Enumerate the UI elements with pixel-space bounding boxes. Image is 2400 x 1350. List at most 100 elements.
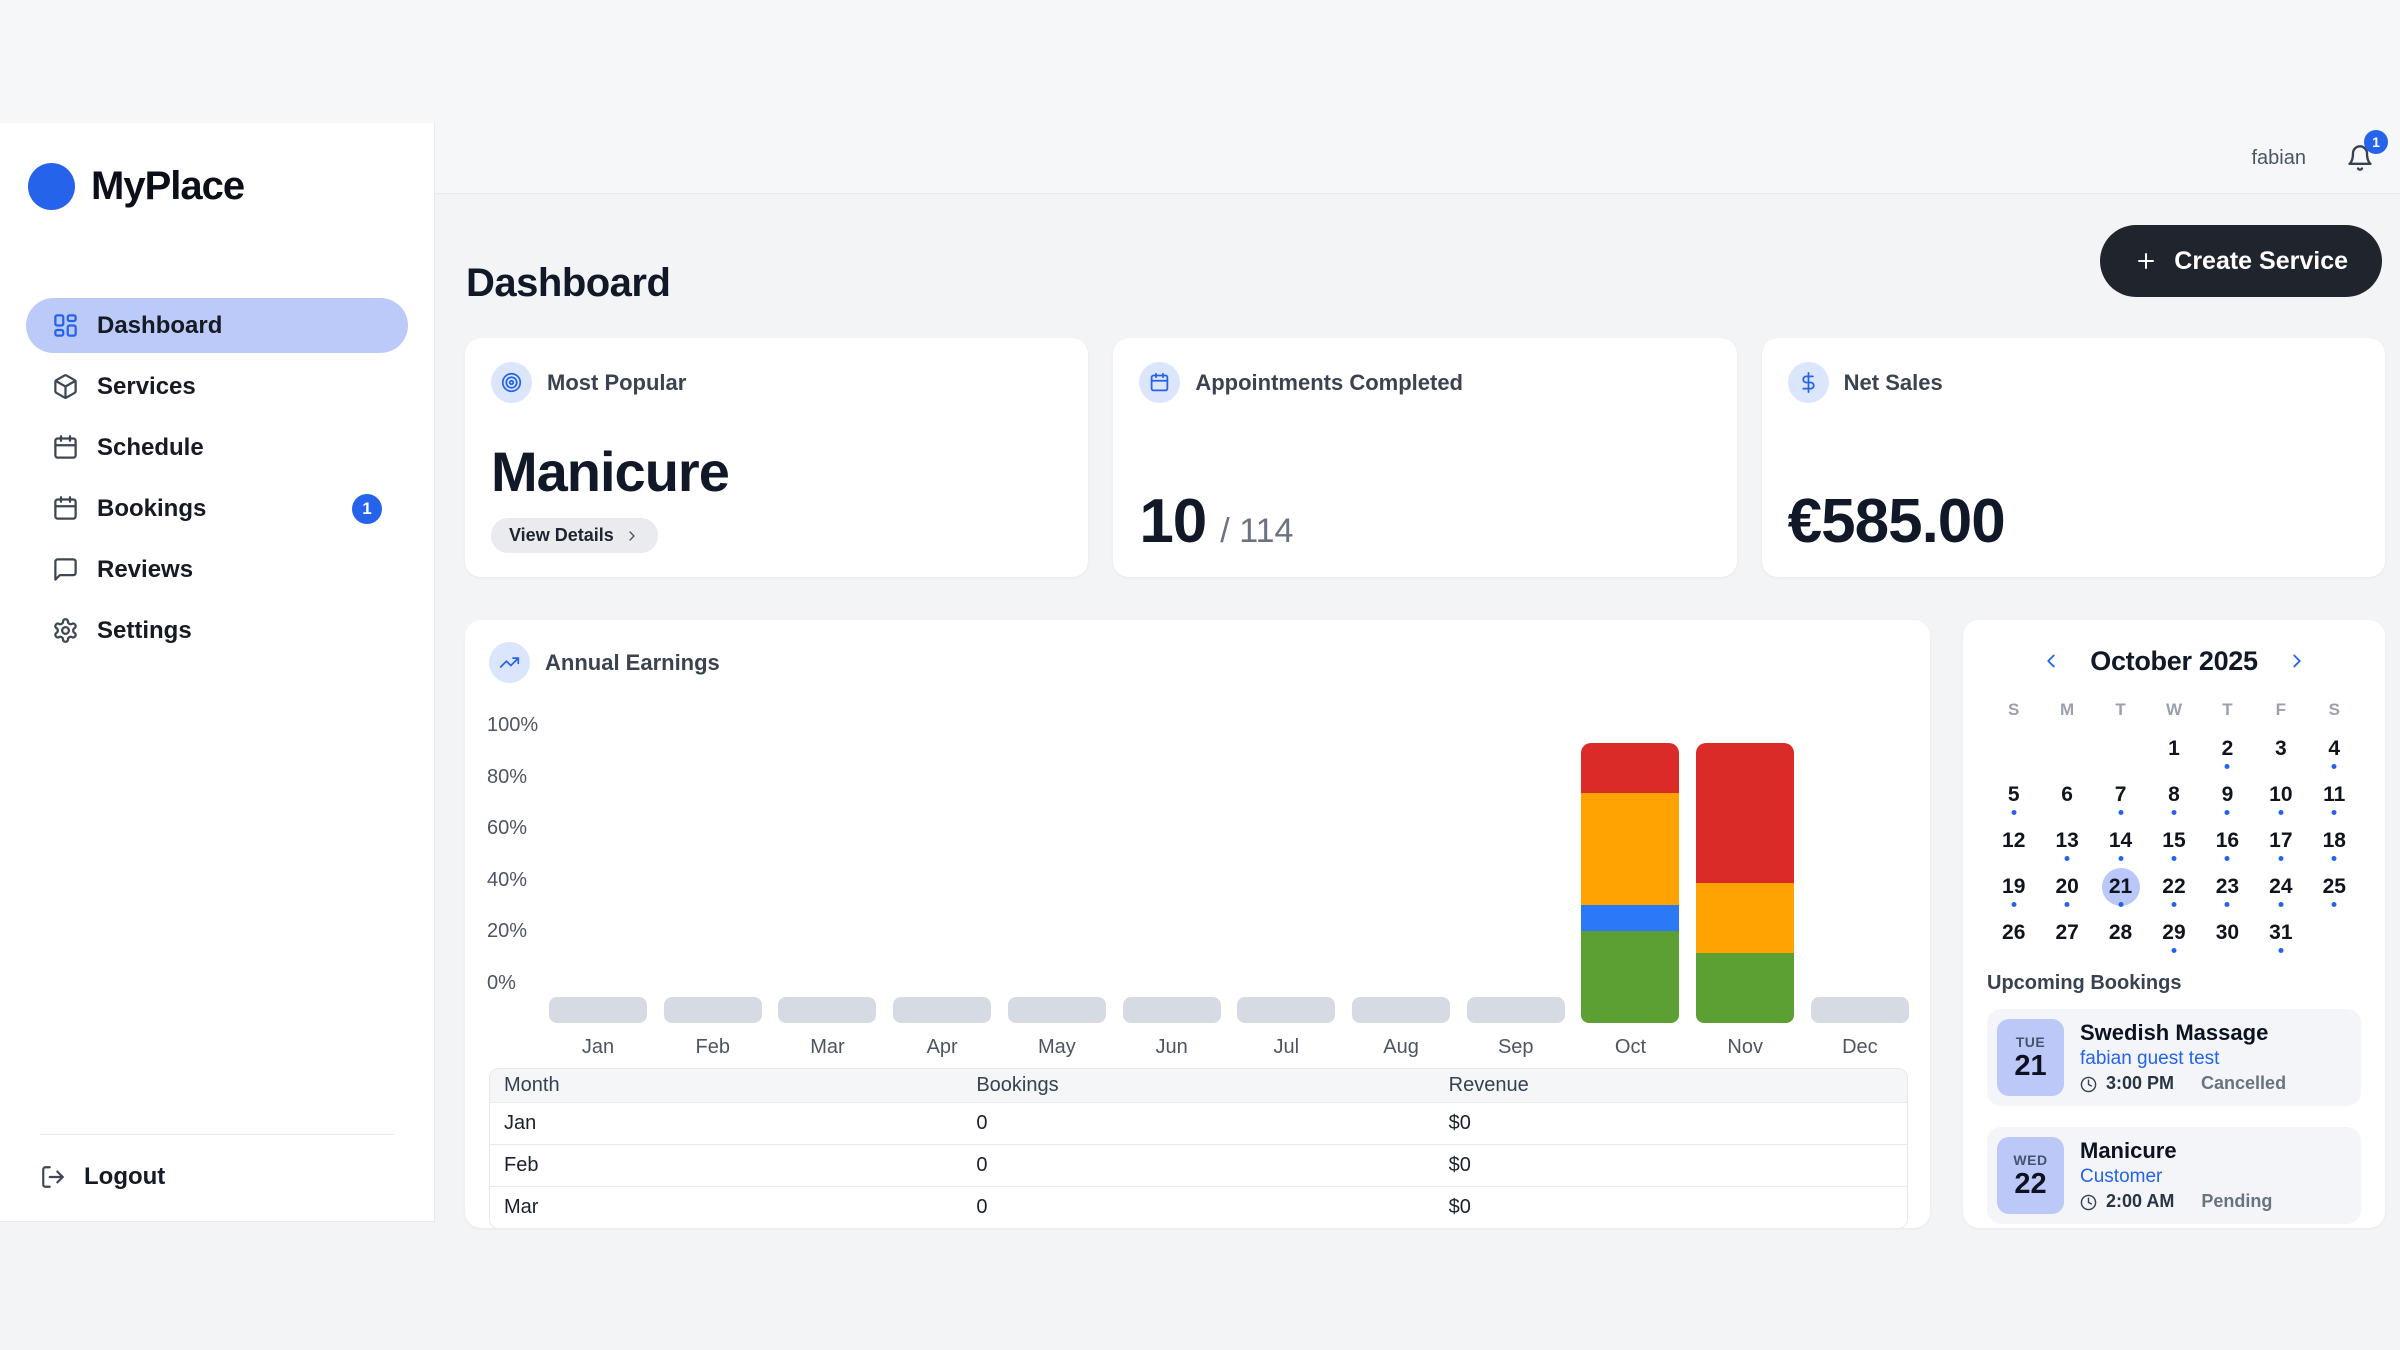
calendar-day[interactable]: 2 (2201, 726, 2254, 772)
calendar-day[interactable]: 17 (2254, 818, 2307, 864)
bar-jul (1237, 997, 1335, 1023)
dashboard-grid-icon (52, 312, 79, 339)
view-details-button[interactable]: View Details (491, 518, 658, 553)
calendar-day[interactable]: 4 (2308, 726, 2361, 772)
sidebar-item-settings[interactable]: Settings (26, 603, 408, 658)
sidebar-item-services[interactable]: Services (26, 359, 408, 414)
calendar-day[interactable]: 18 (2308, 818, 2361, 864)
calendar-day[interactable]: 25 (2308, 864, 2361, 910)
calendar-day[interactable]: 12 (1987, 818, 2040, 864)
booking-dot (2278, 856, 2283, 861)
calendar-day-number: 7 (2102, 776, 2140, 814)
logout-button[interactable]: Logout (0, 1135, 434, 1199)
logout-label: Logout (84, 1163, 165, 1191)
sidebar-item-label: Services (97, 373, 196, 401)
stats-row: Most Popular Manicure View Details Appoi… (465, 338, 2385, 577)
bar-segment-red (1581, 743, 1679, 793)
calendar-day[interactable]: 14 (2094, 818, 2147, 864)
calendar-day[interactable]: 21 (2094, 864, 2147, 910)
card-title-row: Appointments Completed (1139, 362, 1710, 403)
sidebar-item-bookings[interactable]: Bookings1 (26, 481, 408, 536)
calendar-day[interactable]: 13 (2040, 818, 2093, 864)
bar-may (1008, 997, 1106, 1023)
logout-icon (40, 1164, 66, 1190)
table-cell: $0 (1435, 1187, 1907, 1229)
booking-info: ManicureCustomer2:00 AMPending (2080, 1139, 2272, 1212)
booking-dot (2225, 764, 2230, 769)
calendar-day-number: 14 (2102, 822, 2140, 860)
bar-empty-placeholder (1352, 997, 1450, 1023)
dollar-icon (1798, 372, 1819, 393)
calendar-day-number: 21 (2102, 868, 2140, 906)
calendar-day[interactable]: 26 (1987, 910, 2040, 956)
calendar-day[interactable]: 24 (2254, 864, 2307, 910)
y-axis-label: 80% (487, 765, 527, 789)
calendar-day[interactable]: 10 (2254, 772, 2307, 818)
earnings-table-body: Jan0$0Feb0$0Mar0$0 (490, 1103, 1907, 1229)
calendar-day-number: 28 (2102, 914, 2140, 952)
calendar-card: October 2025 SMTWTFS 1234567891011121314… (1963, 620, 2385, 1228)
booking-dot (2171, 856, 2176, 861)
calendar-day[interactable]: 7 (2094, 772, 2147, 818)
calendar-day[interactable]: 20 (2040, 864, 2093, 910)
calendar-day[interactable]: 19 (1987, 864, 2040, 910)
calendar-day[interactable]: 23 (2201, 864, 2254, 910)
most-popular-value: Manicure (491, 444, 1062, 500)
booking-customer-link[interactable]: Customer (2080, 1167, 2272, 1188)
calendar-day[interactable]: 31 (2254, 910, 2307, 956)
sidebar-item-reviews[interactable]: Reviews (26, 542, 408, 597)
calendar-next-button[interactable] (2286, 650, 2308, 672)
sidebar-item-label: Settings (97, 617, 192, 645)
top-strip (0, 0, 2400, 123)
calendar-prev-button[interactable] (2040, 650, 2062, 672)
calendar-day[interactable]: 9 (2201, 772, 2254, 818)
booking-dot (2118, 856, 2123, 861)
earnings-column-header: Revenue (1435, 1069, 1907, 1103)
x-axis-label: Jul (1237, 1036, 1335, 1059)
calendar-day-number: 19 (1995, 868, 2033, 906)
bar-nov (1696, 743, 1794, 1023)
booking-dot (2225, 902, 2230, 907)
calendar-day[interactable]: 11 (2308, 772, 2361, 818)
booking-meta: 3:00 PMCancelled (2080, 1074, 2286, 1094)
card-title: Appointments Completed (1195, 370, 1463, 396)
booking-dot (2332, 856, 2337, 861)
clock-icon (2080, 1194, 2097, 1211)
calendar-day[interactable]: 28 (2094, 910, 2147, 956)
bar-empty-placeholder (664, 997, 762, 1023)
calendar-day[interactable]: 22 (2147, 864, 2200, 910)
booking-service: Manicure (2080, 1139, 2272, 1163)
calendar-weekday-label: S (2308, 700, 2361, 722)
booking-day: 21 (2014, 1052, 2046, 1081)
notifications-button[interactable]: 1 (2346, 144, 2374, 172)
stat-card-appointments: Appointments Completed 10 / 114 (1113, 338, 1736, 577)
calendar-day[interactable]: 30 (2201, 910, 2254, 956)
bar-empty-placeholder (1123, 997, 1221, 1023)
calendar-day[interactable]: 29 (2147, 910, 2200, 956)
calendar-day[interactable]: 16 (2201, 818, 2254, 864)
calendar-day[interactable]: 1 (2147, 726, 2200, 772)
calendar-day[interactable]: 3 (2254, 726, 2307, 772)
calendar-empty-cell (2094, 726, 2147, 772)
sidebar-item-label: Dashboard (97, 312, 222, 340)
booking-item[interactable]: TUE21Swedish Massagefabian guest test3:0… (1987, 1009, 2361, 1106)
net-sales-value: €585.00 (1788, 491, 2005, 553)
calendar-day[interactable]: 5 (1987, 772, 2040, 818)
calendar-day-number: 6 (2048, 776, 2086, 814)
create-service-button[interactable]: Create Service (2100, 225, 2382, 297)
sidebar-item-schedule[interactable]: Schedule (26, 420, 408, 475)
calendar-day[interactable]: 15 (2147, 818, 2200, 864)
booking-item[interactable]: WED22ManicureCustomer2:00 AMPending (1987, 1127, 2361, 1224)
bar-empty-placeholder (778, 997, 876, 1023)
booking-customer-link[interactable]: fabian guest test (2080, 1049, 2286, 1070)
calendar-day[interactable]: 8 (2147, 772, 2200, 818)
calendar-day-number: 18 (2315, 822, 2353, 860)
calendar-day[interactable]: 6 (2040, 772, 2093, 818)
calendar-day[interactable]: 27 (2040, 910, 2093, 956)
x-axis-label: May (1008, 1036, 1106, 1059)
calendar-title: October 2025 (2090, 646, 2257, 677)
sidebar-item-dashboard[interactable]: Dashboard (26, 298, 408, 353)
x-axis-label: Dec (1811, 1036, 1909, 1059)
booking-weekday: TUE (2016, 1034, 2046, 1050)
calendar-day-number: 1 (2155, 730, 2193, 768)
